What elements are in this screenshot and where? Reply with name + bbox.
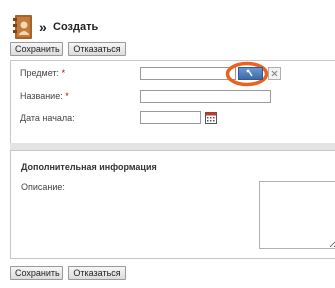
lookup-icon bbox=[246, 69, 253, 77]
start-date-input[interactable] bbox=[140, 111, 201, 124]
save-button-bottom[interactable]: Сохранить bbox=[10, 266, 63, 280]
calendar-button[interactable] bbox=[205, 112, 217, 124]
clear-icon bbox=[271, 70, 278, 77]
subject-label: Предмет: * bbox=[20, 68, 65, 79]
page-title: Создать bbox=[53, 21, 99, 33]
section-separator bbox=[10, 143, 335, 151]
start-date-label: Дата начала: bbox=[20, 113, 75, 123]
breadcrumb-separator: » bbox=[39, 19, 47, 35]
subject-required-mark: * bbox=[61, 68, 66, 78]
additional-info-title: Дополнительная информация bbox=[21, 162, 157, 172]
name-required-mark: * bbox=[65, 91, 69, 101]
subject-label-text: Предмет: bbox=[20, 68, 60, 78]
description-label: Описание: bbox=[21, 182, 65, 192]
calendar-icon bbox=[205, 112, 217, 124]
address-book-logo-icon bbox=[12, 14, 34, 41]
cancel-button-top[interactable]: Отказаться bbox=[68, 42, 126, 56]
cancel-button-bottom[interactable]: Отказаться bbox=[68, 266, 126, 280]
name-label: Название: * bbox=[20, 91, 69, 102]
save-button-top[interactable]: Сохранить bbox=[10, 42, 63, 56]
name-input[interactable] bbox=[140, 90, 271, 103]
lookup-button[interactable] bbox=[238, 67, 263, 80]
description-textarea[interactable] bbox=[259, 181, 335, 249]
clear-button[interactable] bbox=[268, 67, 281, 80]
subject-input[interactable] bbox=[140, 67, 236, 80]
name-label-text: Название: bbox=[20, 91, 63, 101]
